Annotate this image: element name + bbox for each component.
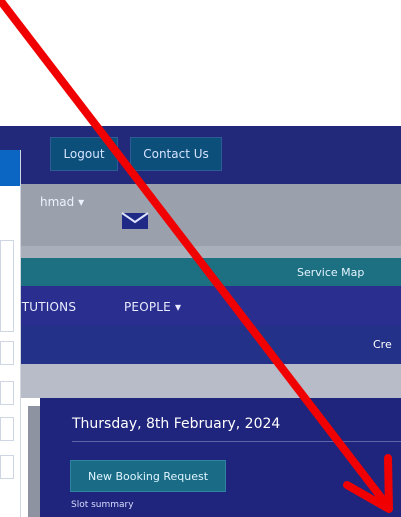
logout-label: Logout bbox=[63, 147, 105, 161]
side-popup-field[interactable] bbox=[0, 417, 14, 441]
user-dropdown[interactable]: hmad ▾ bbox=[40, 195, 84, 209]
slot-summary-link[interactable]: Slot summary bbox=[71, 500, 134, 510]
service-map-link[interactable]: Service Map bbox=[297, 266, 364, 279]
create-bar bbox=[0, 326, 401, 364]
create-link[interactable]: Cre bbox=[373, 338, 392, 351]
side-popup-accent bbox=[0, 150, 20, 186]
side-popup-field[interactable] bbox=[0, 381, 14, 405]
subheader-gray bbox=[0, 364, 401, 398]
side-popup-field[interactable] bbox=[0, 455, 14, 479]
divider-band bbox=[0, 246, 401, 258]
content-divider bbox=[72, 441, 401, 442]
new-booking-request-button[interactable]: New Booking Request bbox=[70, 460, 226, 492]
contact-us-button[interactable]: Contact Us bbox=[130, 137, 222, 171]
logout-button[interactable]: Logout bbox=[50, 137, 118, 171]
side-popup-field[interactable] bbox=[0, 341, 14, 365]
mail-icon[interactable] bbox=[121, 211, 149, 231]
nav-institutions[interactable]: ITUTIONS bbox=[18, 300, 76, 314]
contact-us-label: Contact Us bbox=[143, 147, 209, 161]
user-bar bbox=[0, 184, 401, 246]
new-booking-request-label: New Booking Request bbox=[87, 469, 209, 483]
nav-people[interactable]: PEOPLE ▾ bbox=[124, 300, 181, 314]
page: Logout Contact Us hmad ▾ Service Map ITU… bbox=[0, 0, 401, 517]
side-popup-textarea[interactable] bbox=[0, 240, 14, 332]
date-heading: Thursday, 8th February, 2024 bbox=[72, 416, 281, 432]
